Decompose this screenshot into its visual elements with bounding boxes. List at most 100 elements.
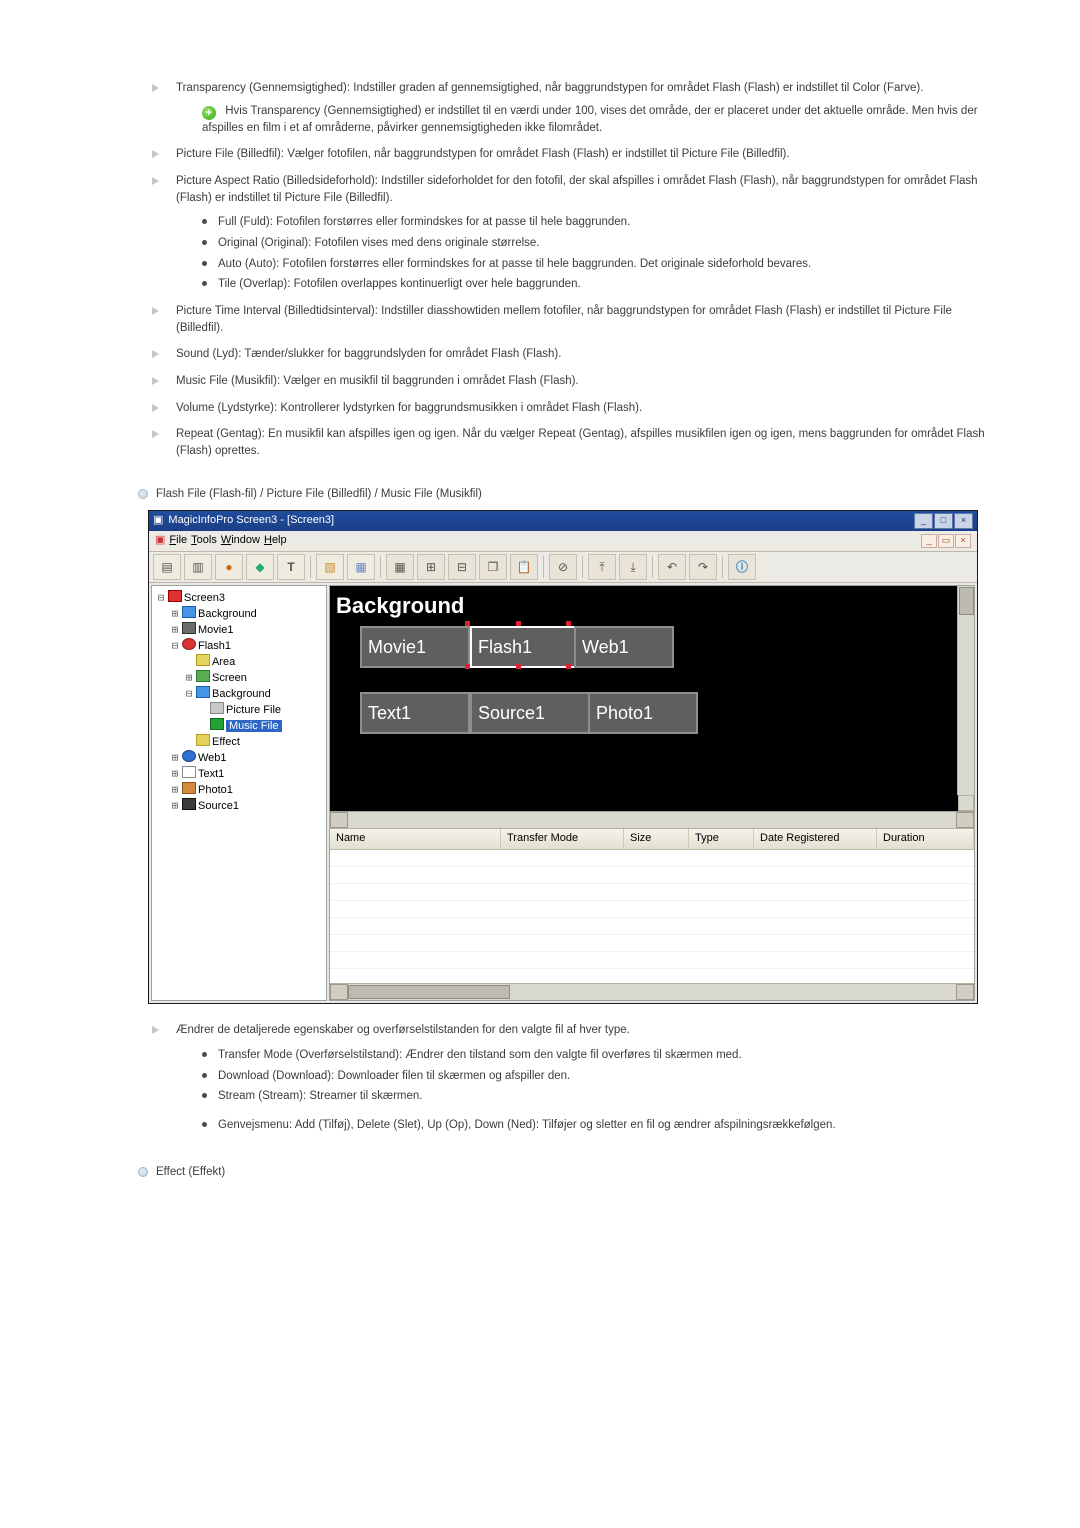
- app-title-icon: ▣: [153, 513, 163, 529]
- effect-section-header: Effect (Effekt): [138, 1164, 990, 1181]
- hscroll-right-icon[interactable]: [956, 812, 974, 828]
- col-size[interactable]: Size: [624, 829, 689, 849]
- toolbar-add-icon[interactable]: ⊞: [417, 554, 445, 580]
- vscroll-thumb[interactable]: [959, 587, 974, 615]
- tree-effect[interactable]: Effect: [212, 736, 240, 748]
- toolbar-new-icon[interactable]: ▤: [153, 554, 181, 580]
- prop-aspect-ratio: Picture Aspect Ratio (Billedsideforhold)…: [148, 173, 990, 293]
- canvas-box-web[interactable]: Web1: [574, 626, 674, 668]
- layout-canvas[interactable]: Background Movie1 Flash1 Web1 Text1 Sour…: [329, 585, 975, 812]
- col-transfer-mode[interactable]: Transfer Mode: [501, 829, 624, 849]
- file-list-pane: Name Transfer Mode Size Type Date Regist…: [329, 829, 975, 1001]
- sub-transfer-mode: Transfer Mode (Overførselstilstand): Ænd…: [202, 1047, 990, 1064]
- col-duration[interactable]: Duration: [877, 829, 974, 849]
- col-type[interactable]: Type: [689, 829, 754, 849]
- app-titlebar[interactable]: ▣ MagicInfoPro Screen3 - [Screen3] _ □ ×: [149, 511, 977, 531]
- tree-screen[interactable]: Screen: [212, 672, 247, 684]
- col-name[interactable]: Name: [330, 829, 501, 849]
- toolbar: ▤ ▥ ● ◆ T ▧ ▦ ▦ ⊞ ⊟ ❐ 📋 ⊘ ⤒ ⤓ ↶ ↷ ⓘ: [149, 551, 977, 583]
- tree-text1[interactable]: Text1: [198, 768, 224, 780]
- sub-stream: Stream (Stream): Streamer til skærmen.: [202, 1088, 990, 1105]
- canvas-box-source[interactable]: Source1: [470, 692, 590, 734]
- list-hscroll-left-icon[interactable]: [330, 984, 348, 1000]
- toolbar-sep: [722, 556, 723, 578]
- canvas-hscrollbar[interactable]: [329, 812, 975, 829]
- toolbar-disk-icon[interactable]: ▦: [347, 554, 375, 580]
- mdi-restore[interactable]: ▭: [938, 534, 954, 548]
- flash-section-title: Flash File (Flash-fil) / Picture File (B…: [138, 486, 990, 503]
- toolbar-tool4-icon[interactable]: ◆: [246, 554, 274, 580]
- menubar: ▣ File Tools Window Help _ ▭ ×: [149, 531, 977, 551]
- menu-help[interactable]: Help: [264, 533, 287, 549]
- screen-sub-icon: [196, 670, 210, 682]
- background-sub-icon: [196, 686, 210, 698]
- prop-time-interval: Picture Time Interval (Billedtidsinterva…: [148, 303, 990, 336]
- tree-background2[interactable]: Background: [212, 688, 271, 700]
- mdi-minimize[interactable]: _: [921, 534, 937, 548]
- effect-icon: [196, 734, 210, 746]
- canvas-background-label: Background: [336, 590, 464, 622]
- toolbar-denied-icon[interactable]: ⊘: [549, 554, 577, 580]
- list-hscroll-thumb[interactable]: [348, 985, 510, 999]
- prop-change-details: Ændrer de detaljerede egenskaber og over…: [148, 1022, 990, 1133]
- toolbar-up-icon[interactable]: ⤒: [588, 554, 616, 580]
- toolbar-grid-icon[interactable]: ▦: [386, 554, 414, 580]
- sub-tile: Tile (Overlap): Fotofilen overlappes kon…: [202, 276, 990, 293]
- toolbar-folder-icon[interactable]: ▧: [316, 554, 344, 580]
- flash-icon: [182, 638, 196, 650]
- toolbar-text-icon[interactable]: T: [277, 554, 305, 580]
- toolbar-redo-icon[interactable]: ↷: [689, 554, 717, 580]
- menu-window[interactable]: Window: [221, 533, 260, 549]
- movie-icon: [182, 622, 196, 634]
- tree-area[interactable]: Area: [212, 656, 235, 668]
- tree-source1[interactable]: Source1: [198, 800, 239, 812]
- prop-text: Picture Aspect Ratio (Billedsideforhold)…: [176, 175, 978, 204]
- canvas-box-flash[interactable]: Flash1: [470, 626, 576, 668]
- mdi-close[interactable]: ×: [955, 534, 971, 548]
- property-list-bottom: Ændrer de detaljerede egenskaber og over…: [148, 1022, 990, 1133]
- tree-photo1[interactable]: Photo1: [198, 784, 233, 796]
- tree-movie1[interactable]: Movie1: [198, 624, 233, 636]
- canvas-box-text[interactable]: Text1: [360, 692, 470, 734]
- tree-flash1[interactable]: Flash1: [198, 640, 231, 652]
- canvas-box-photo[interactable]: Photo1: [588, 692, 698, 734]
- area-icon: [196, 654, 210, 666]
- toolbar-down-icon[interactable]: ⤓: [619, 554, 647, 580]
- vscroll-down-icon[interactable]: [958, 795, 974, 811]
- list-hscrollbar[interactable]: [330, 983, 974, 1000]
- maximize-button[interactable]: □: [934, 513, 953, 529]
- toolbar-open-icon[interactable]: ▥: [184, 554, 212, 580]
- toolbar-copy-icon[interactable]: ❐: [479, 554, 507, 580]
- tree-web1[interactable]: Web1: [198, 752, 227, 764]
- toolbar-save-icon[interactable]: ●: [215, 554, 243, 580]
- hscroll-left-icon[interactable]: [330, 812, 348, 828]
- col-date[interactable]: Date Registered: [754, 829, 877, 849]
- section-header-row: Flash File (Flash-fil) / Picture File (B…: [138, 486, 990, 503]
- vscrollbar[interactable]: [957, 586, 974, 795]
- prop-repeat: Repeat (Gentag): En musikfil kan afspill…: [148, 426, 990, 459]
- toolbar-remove-icon[interactable]: ⊟: [448, 554, 476, 580]
- toolbar-paste-icon[interactable]: 📋: [510, 554, 538, 580]
- list-rows-empty[interactable]: [330, 850, 974, 985]
- menu-file[interactable]: File: [169, 533, 187, 549]
- tree-pane[interactable]: ⊟Screen3 ⊞Background ⊞Movie1 ⊟Flash1 Are…: [151, 585, 327, 1001]
- toolbar-info-icon[interactable]: ⓘ: [728, 554, 756, 580]
- tree-root[interactable]: Screen3: [184, 592, 225, 604]
- list-header-row: Name Transfer Mode Size Type Date Regist…: [330, 829, 974, 850]
- tree-background[interactable]: Background: [198, 608, 257, 620]
- app-window: ▣ MagicInfoPro Screen3 - [Screen3] _ □ ×…: [148, 510, 978, 1004]
- minimize-button[interactable]: _: [914, 513, 933, 529]
- canvas-box-movie[interactable]: Movie1: [360, 626, 470, 668]
- note-block: + Hvis Transparency (Gennemsigtighed) er…: [202, 103, 990, 137]
- list-hscroll-right-icon[interactable]: [956, 984, 974, 1000]
- picture-file-icon: [210, 702, 224, 714]
- toolbar-sep: [380, 556, 381, 578]
- mdi-buttons: _ ▭ ×: [921, 534, 971, 548]
- menu-tools[interactable]: Tools: [191, 533, 217, 549]
- toolbar-undo-icon[interactable]: ↶: [658, 554, 686, 580]
- tree-picture-file[interactable]: Picture File: [226, 704, 281, 716]
- tree-music-file[interactable]: Music File: [226, 720, 282, 732]
- prop-music: Music File (Musikfil): Vælger en musikfi…: [148, 373, 990, 390]
- toolbar-sep: [543, 556, 544, 578]
- close-button[interactable]: ×: [954, 513, 973, 529]
